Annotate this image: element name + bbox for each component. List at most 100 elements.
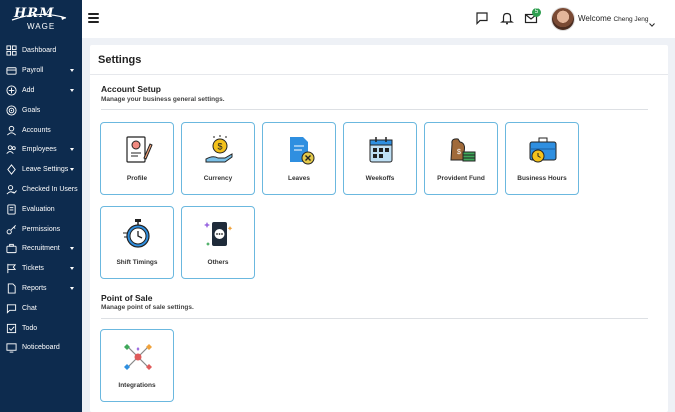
- evaluation-icon: [5, 203, 17, 215]
- card-label: Leaves: [287, 175, 311, 182]
- section-divider: [101, 318, 648, 319]
- checked-in-users-icon: [5, 183, 17, 195]
- card-label: Integrations: [118, 382, 156, 389]
- notification-badge: 5: [532, 8, 541, 17]
- card-integrations[interactable]: Integrations: [100, 329, 174, 402]
- sidebar-item-label: Evaluation: [22, 205, 55, 213]
- card-provident-fund[interactable]: $ Provident Fund: [424, 122, 498, 195]
- recruitment-icon: [5, 243, 17, 255]
- brand-logo[interactable]: HRM WAGE: [10, 6, 68, 36]
- card-label: Currency: [203, 175, 233, 182]
- sidebar-item-label: Employees: [22, 146, 57, 154]
- sidebar-item-recruitment[interactable]: Recruitment: [0, 239, 82, 259]
- chevron-down-icon: [70, 167, 74, 171]
- card-profile[interactable]: Profile: [100, 122, 174, 195]
- leave-settings-icon: [5, 164, 17, 176]
- sidebar-item-todo[interactable]: Todo: [0, 318, 82, 338]
- employees-icon: [5, 144, 17, 156]
- welcome-label: Welcome: [578, 14, 612, 23]
- sidebar-item-label: Tickets: [22, 265, 44, 273]
- sidebar-item-checked-in-users[interactable]: Checked In Users: [0, 180, 82, 200]
- chevron-down-icon[interactable]: [649, 15, 655, 27]
- title-bar: Settings: [90, 45, 668, 75]
- card-label: Others: [207, 259, 229, 266]
- add-icon: [5, 84, 17, 96]
- business-hours-icon: [527, 134, 559, 166]
- accounts-icon: [5, 124, 17, 136]
- card-business-hours[interactable]: Business Hours: [505, 122, 579, 195]
- sidebar-nav: Dashboard Payroll Add Goals Accounts Emp…: [0, 41, 82, 358]
- sidebar-item-label: Goals: [22, 106, 41, 114]
- sidebar-item-dashboard[interactable]: Dashboard: [0, 41, 82, 61]
- sidebar-item-reports[interactable]: Reports: [0, 279, 82, 299]
- section-subtitle-point-of-sale: Manage point of sale settings.: [101, 304, 194, 311]
- sidebar-item-label: Permissions: [22, 225, 61, 233]
- card-label: Weekoffs: [365, 175, 395, 182]
- stopwatch-icon: [122, 218, 154, 250]
- user-greeting[interactable]: Welcome Cheng Jeng: [578, 14, 649, 23]
- payroll-icon: [5, 65, 17, 77]
- provident-fund-icon: $: [446, 134, 478, 166]
- sidebar-item-add[interactable]: Add: [0, 81, 82, 101]
- sidebar: HRM WAGE Dashboard Payroll Add Goals Acc…: [0, 0, 82, 412]
- chevron-down-icon: [70, 147, 74, 151]
- integrations-icon: [122, 341, 154, 373]
- chevron-down-icon: [70, 68, 74, 72]
- chevron-down-icon: [70, 286, 74, 290]
- sidebar-item-payroll[interactable]: Payroll: [0, 61, 82, 81]
- sidebar-item-chat[interactable]: Chat: [0, 298, 82, 318]
- card-label: Business Hours: [517, 175, 567, 182]
- page-title: Settings: [98, 54, 142, 66]
- sidebar-item-label: Payroll: [22, 67, 44, 75]
- currency-icon: $: [203, 134, 235, 166]
- section-title-point-of-sale: Point of Sale: [101, 293, 153, 303]
- card-others[interactable]: Others: [181, 206, 255, 279]
- noticeboard-icon: [5, 342, 17, 354]
- card-shift-timings[interactable]: Shift Timings: [100, 206, 174, 279]
- sidebar-item-permissions[interactable]: Permissions: [0, 219, 82, 239]
- sidebar-item-label: Leave Settings: [22, 166, 69, 174]
- card-currency[interactable]: $ Currency: [181, 122, 255, 195]
- sidebar-item-label: Reports: [22, 284, 47, 292]
- sidebar-item-goals[interactable]: Goals: [0, 100, 82, 120]
- card-weekoffs[interactable]: Weekoffs: [343, 122, 417, 195]
- sidebar-item-label: Noticeboard: [22, 344, 60, 352]
- sidebar-item-label: Accounts: [22, 126, 51, 134]
- leaves-icon: [284, 134, 316, 166]
- settings-panel: Settings Account Setup Manage your busin…: [90, 45, 668, 412]
- key-icon: [5, 223, 17, 235]
- svg-text:$: $: [457, 149, 461, 156]
- card-leaves[interactable]: Leaves: [262, 122, 336, 195]
- sidebar-item-employees[interactable]: Employees: [0, 140, 82, 160]
- sidebar-item-tickets[interactable]: Tickets: [0, 259, 82, 279]
- reports-icon: [5, 282, 17, 294]
- goals-icon: [5, 104, 17, 116]
- sidebar-item-accounts[interactable]: Accounts: [0, 120, 82, 140]
- profile-icon: [122, 134, 154, 166]
- avatar[interactable]: [551, 7, 575, 31]
- tickets-icon: [5, 263, 17, 275]
- weekoffs-icon: [365, 134, 397, 166]
- chevron-down-icon: [70, 246, 74, 250]
- logo-text-top: HRM: [14, 6, 55, 21]
- chevron-down-icon: [70, 266, 74, 270]
- chevron-down-icon: [70, 88, 74, 92]
- chat-bubble-icon[interactable]: [475, 11, 489, 25]
- card-label: Shift Timings: [116, 259, 158, 266]
- menu-icon[interactable]: [88, 13, 99, 23]
- chat-icon: [5, 302, 17, 314]
- bell-icon[interactable]: [500, 11, 514, 25]
- section-divider: [101, 109, 648, 110]
- sidebar-item-leave-settings[interactable]: Leave Settings: [0, 160, 82, 180]
- sidebar-item-label: Recruitment: [22, 245, 60, 253]
- sidebar-item-label: Todo: [22, 324, 38, 332]
- sidebar-item-evaluation[interactable]: Evaluation: [0, 199, 82, 219]
- others-icon: [203, 218, 235, 250]
- top-header: 5 Welcome Cheng Jeng: [82, 0, 675, 38]
- sidebar-item-noticeboard[interactable]: Noticeboard: [0, 338, 82, 358]
- user-name: Cheng Jeng: [613, 16, 649, 23]
- sidebar-item-label: Checked In Users: [22, 185, 78, 193]
- todo-icon: [5, 322, 17, 334]
- card-label: Provident Fund: [437, 175, 485, 182]
- sidebar-item-label: Add: [22, 86, 35, 94]
